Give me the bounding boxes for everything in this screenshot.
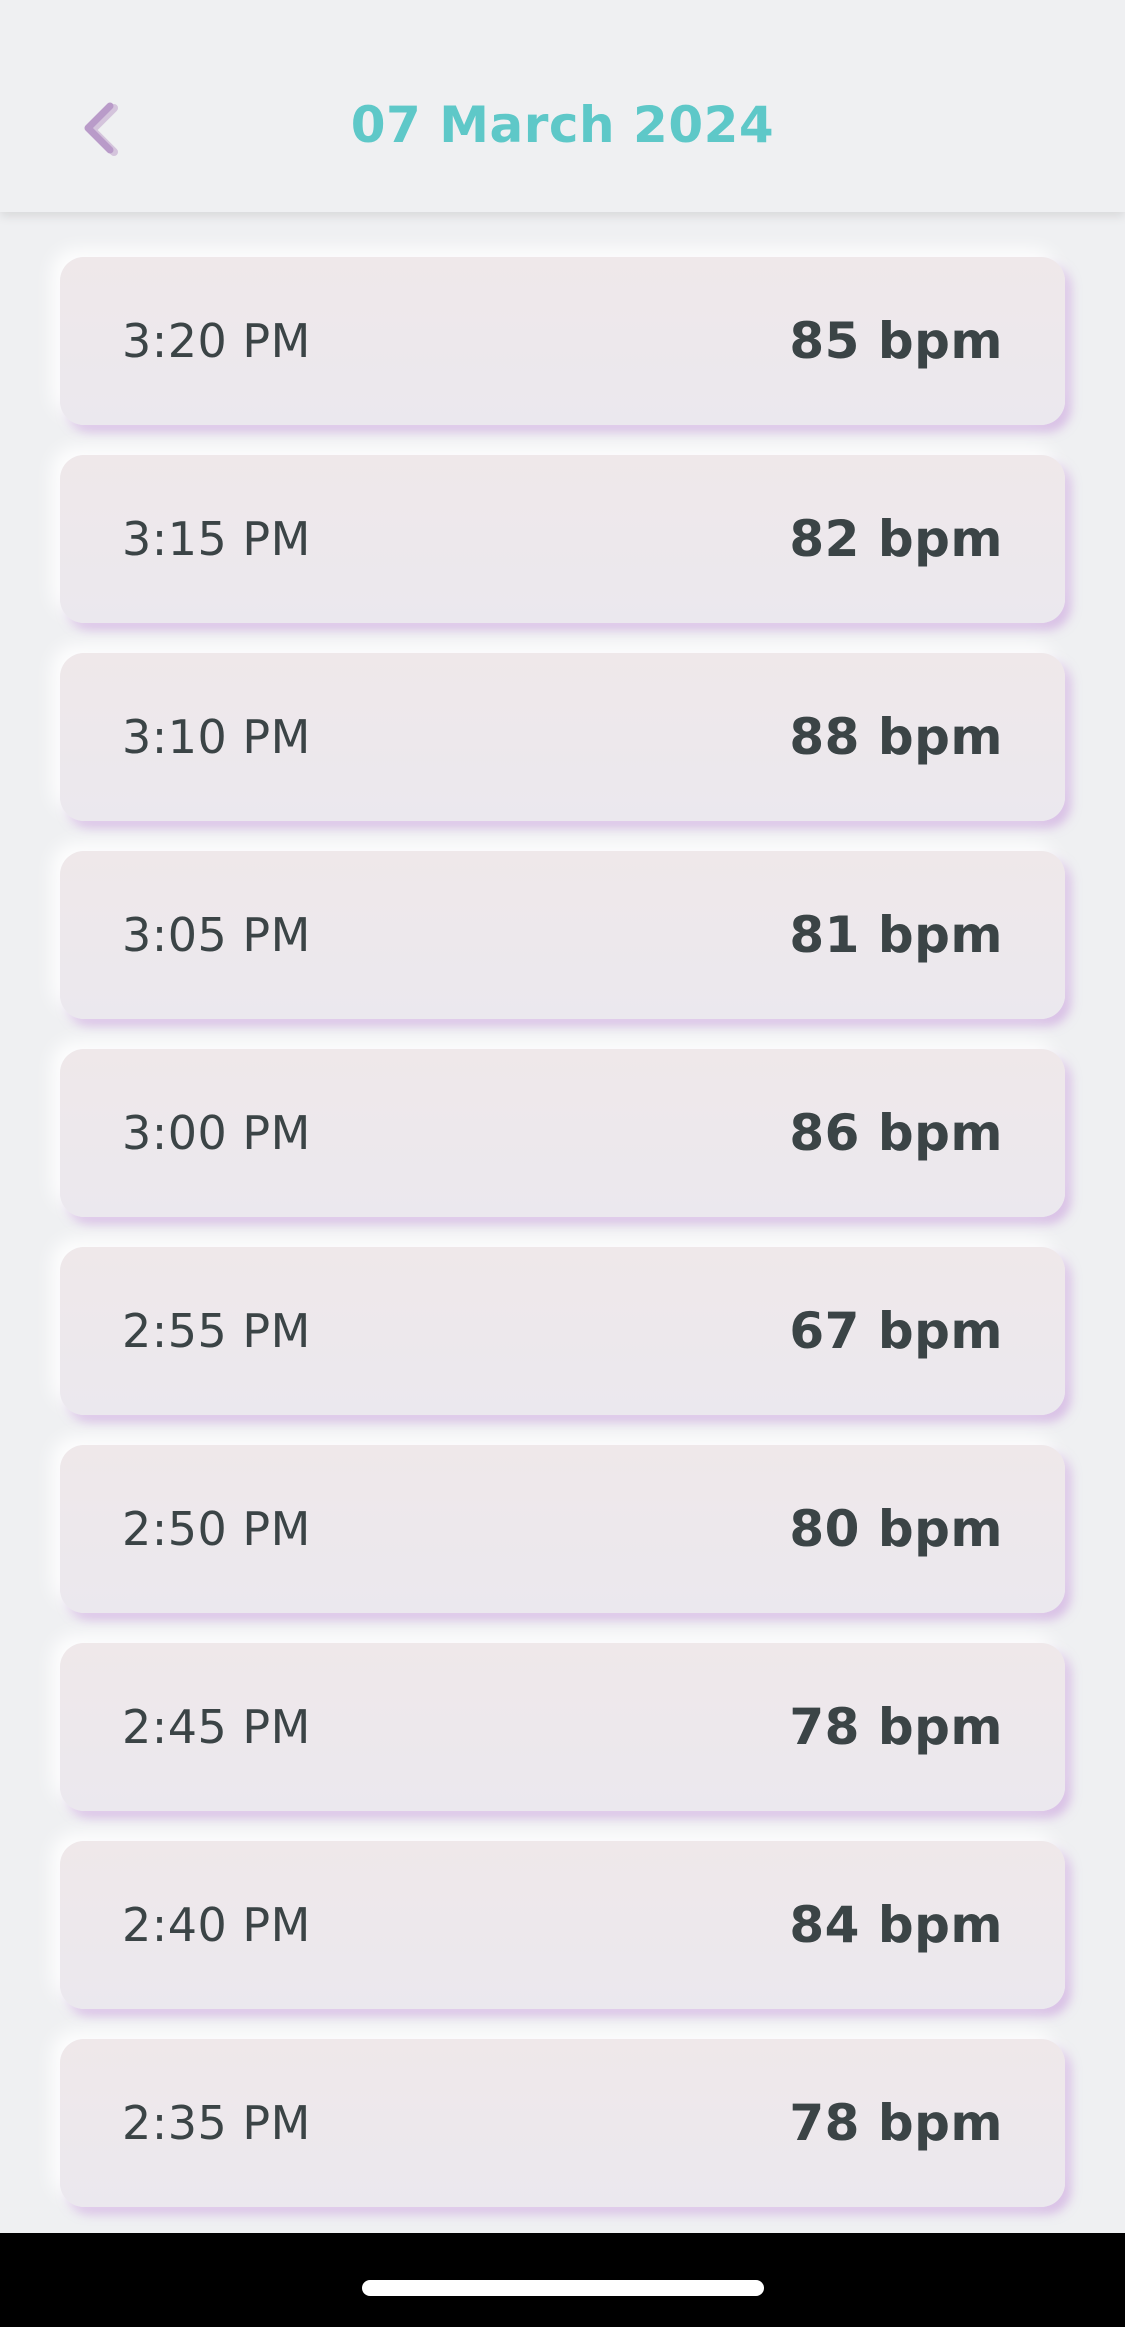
reading-bpm: 88 bpm	[789, 708, 1003, 766]
reading-bpm: 78 bpm	[789, 1698, 1003, 1756]
reading-time: 3:10 PM	[122, 710, 311, 764]
reading-bpm: 82 bpm	[789, 510, 1003, 568]
list-item[interactable]: 2:55 PM 67 bpm	[60, 1247, 1065, 1415]
list-item[interactable]: 2:50 PM 80 bpm	[60, 1445, 1065, 1613]
reading-time: 3:20 PM	[122, 314, 311, 368]
reading-time: 3:00 PM	[122, 1106, 311, 1160]
list-item[interactable]: 3:20 PM 85 bpm	[60, 257, 1065, 425]
reading-bpm: 78 bpm	[789, 2094, 1003, 2152]
header: 07 March 2024	[0, 0, 1125, 212]
reading-bpm: 80 bpm	[789, 1500, 1003, 1558]
list-item[interactable]: 2:45 PM 78 bpm	[60, 1643, 1065, 1811]
readings-list: 3:20 PM 85 bpm 3:15 PM 82 bpm 3:10 PM 88…	[60, 257, 1065, 2237]
list-item[interactable]: 3:05 PM 81 bpm	[60, 851, 1065, 1019]
reading-time: 2:55 PM	[122, 1304, 311, 1358]
reading-time: 3:05 PM	[122, 908, 311, 962]
reading-time: 2:50 PM	[122, 1502, 311, 1556]
list-item[interactable]: 3:10 PM 88 bpm	[60, 653, 1065, 821]
reading-time: 2:35 PM	[122, 2096, 311, 2150]
reading-bpm: 86 bpm	[789, 1104, 1003, 1162]
page-title: 07 March 2024	[350, 96, 775, 154]
list-item[interactable]: 3:15 PM 82 bpm	[60, 455, 1065, 623]
home-indicator[interactable]	[362, 2280, 764, 2296]
list-item[interactable]: 2:35 PM 78 bpm	[60, 2039, 1065, 2207]
reading-time: 2:40 PM	[122, 1898, 311, 1952]
reading-bpm: 67 bpm	[789, 1302, 1003, 1360]
reading-time: 3:15 PM	[122, 512, 311, 566]
list-item[interactable]: 2:40 PM 84 bpm	[60, 1841, 1065, 2009]
reading-time: 2:45 PM	[122, 1700, 311, 1754]
reading-bpm: 85 bpm	[789, 312, 1003, 370]
list-item[interactable]: 3:00 PM 86 bpm	[60, 1049, 1065, 1217]
reading-bpm: 81 bpm	[789, 906, 1003, 964]
reading-bpm: 84 bpm	[789, 1896, 1003, 1954]
